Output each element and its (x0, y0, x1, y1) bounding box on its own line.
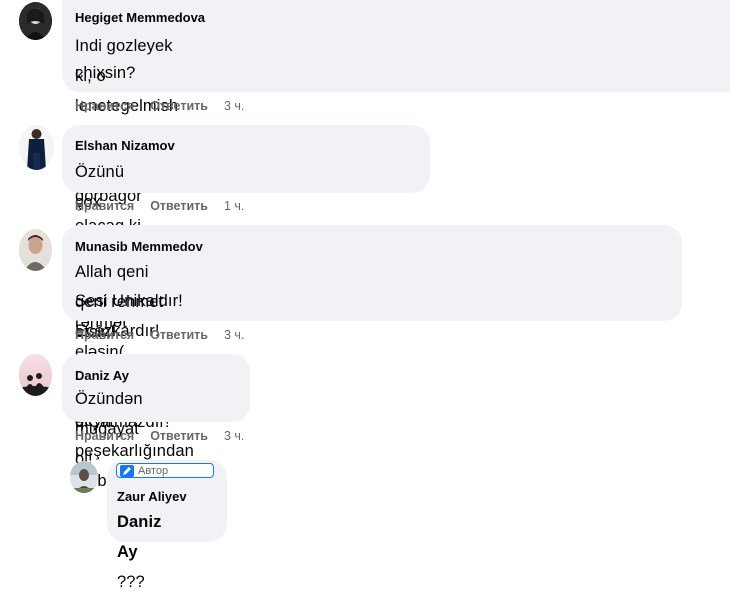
like-button[interactable]: Нравится (75, 429, 134, 443)
comment-actions: Нравится Ответить 3 ч. (75, 99, 244, 113)
reply-button[interactable]: Ответить (150, 99, 208, 113)
comment-time[interactable]: 3 ч. (224, 99, 244, 113)
pencil-icon (120, 464, 134, 477)
avatar[interactable] (19, 125, 54, 170)
comment-author[interactable]: Hegiget Memmedova (75, 10, 205, 25)
reply-button[interactable]: Ответить (150, 328, 208, 342)
comment-text: chixsin? (75, 64, 136, 82)
mention-link[interactable]: Daniz Ay (117, 513, 162, 561)
reply-button[interactable]: Ответить (150, 429, 208, 443)
comment-author[interactable]: Munasib Memmedov (75, 239, 203, 254)
avatar[interactable] (19, 354, 52, 396)
reply-text-body: ??? (117, 573, 145, 591)
comment-author[interactable]: Daniz Ay (75, 368, 129, 383)
comment-actions: Нравится Ответить 3 ч. (75, 328, 244, 342)
author-badge-label: Автор (138, 464, 169, 477)
reply-button[interactable]: Ответить (150, 199, 208, 213)
comment-actions: Нравится Ответить 3 ч. (75, 429, 244, 443)
comment-time[interactable]: 1 ч. (224, 199, 244, 213)
like-button[interactable]: Нравится (75, 328, 134, 342)
like-button[interactable]: Нравится (75, 99, 134, 113)
reply-text: Daniz Ay ??? (117, 507, 162, 597)
comment-time[interactable]: 3 ч. (224, 429, 244, 443)
like-button[interactable]: Нравится (75, 199, 134, 213)
comment-time[interactable]: 3 ч. (224, 328, 244, 342)
avatar[interactable] (19, 229, 52, 271)
author-badge: Автор (116, 463, 214, 478)
comment-actions: Нравится Ответить 1 ч. (75, 199, 244, 213)
avatar[interactable] (70, 461, 98, 493)
avatar[interactable] (19, 2, 52, 40)
comment-author[interactable]: Elshan Nizamov (75, 138, 175, 153)
reply-author[interactable]: Zaur Aliyev (117, 489, 187, 504)
